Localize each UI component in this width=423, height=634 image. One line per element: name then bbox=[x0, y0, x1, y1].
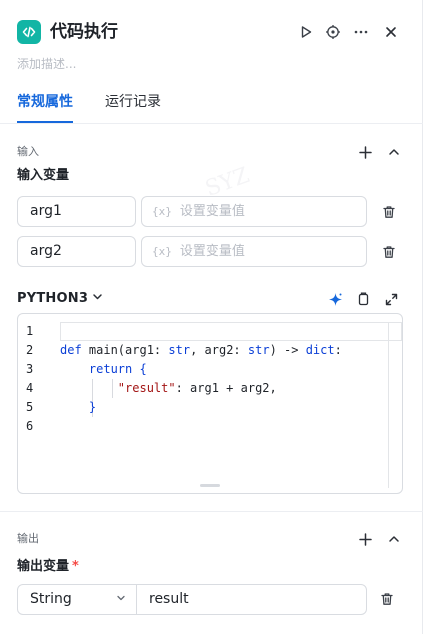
ai-sparkle-icon[interactable] bbox=[326, 290, 344, 308]
code-editor[interactable]: 1 2 3 4 5 6 def main(arg1: str, arg2: st… bbox=[17, 313, 403, 494]
active-tab-indicator bbox=[17, 121, 73, 123]
section-divider bbox=[0, 511, 423, 512]
expand-icon[interactable] bbox=[382, 290, 400, 308]
input-variables-title: 输入变量 bbox=[17, 168, 70, 183]
line-number: 6 bbox=[26, 419, 34, 433]
delete-icon[interactable] bbox=[380, 203, 398, 221]
variable-fx-icon: {x} bbox=[152, 245, 172, 258]
collapse-output-icon[interactable] bbox=[385, 530, 403, 548]
output-variables-title: 输出变量 * bbox=[17, 558, 79, 576]
tab-bar: 常规属性 运行记录 bbox=[0, 84, 423, 124]
code-line: def main(arg1: str, arg2: str) -> dict: bbox=[60, 343, 342, 357]
input-var-name-field[interactable]: arg2 bbox=[17, 236, 136, 267]
locate-icon[interactable] bbox=[323, 22, 343, 42]
chevron-down-icon bbox=[92, 290, 103, 308]
input-var-name-field[interactable]: arg1 bbox=[17, 196, 136, 227]
current-line-highlight bbox=[60, 322, 402, 341]
input-var-value-placeholder: 设置变量值 bbox=[179, 204, 245, 219]
input-var-value-field[interactable]: {x} 设置变量值 bbox=[141, 196, 367, 227]
output-var-name: result bbox=[149, 591, 189, 607]
panel-header: 代码执行 bbox=[0, 0, 423, 60]
more-icon[interactable] bbox=[351, 22, 371, 42]
input-var-name: arg2 bbox=[30, 243, 62, 259]
input-var-value-field[interactable]: {x} 设置变量值 bbox=[141, 236, 367, 267]
variable-fx-icon: {x} bbox=[152, 205, 172, 218]
line-number: 3 bbox=[26, 362, 34, 376]
output-var-name-field[interactable]: result bbox=[136, 584, 367, 615]
input-var-name: arg1 bbox=[30, 203, 62, 219]
delete-icon[interactable] bbox=[378, 590, 396, 608]
input-section-label: 输入 bbox=[17, 145, 39, 158]
collapse-input-icon[interactable] bbox=[385, 143, 403, 161]
code-line: } bbox=[88, 400, 97, 414]
description-input[interactable]: 添加描述... bbox=[17, 56, 76, 72]
line-number: 5 bbox=[26, 400, 34, 414]
output-title-text: 输出变量 bbox=[17, 559, 70, 574]
line-number: 4 bbox=[26, 381, 34, 395]
code-node-panel: 代码执行 添加描述... 常规属性 运行记录 SYZ 输入 输入变量 arg1 … bbox=[0, 0, 423, 634]
run-icon[interactable] bbox=[296, 22, 316, 42]
editor-resize-handle[interactable] bbox=[200, 484, 220, 487]
line-number: 1 bbox=[26, 324, 34, 338]
input-var-value-placeholder: 设置变量值 bbox=[179, 244, 245, 259]
output-section-label: 输出 bbox=[17, 532, 39, 545]
code-line: "result": arg1 + arg2, bbox=[117, 381, 277, 395]
node-title[interactable]: 代码执行 bbox=[50, 20, 118, 44]
chevron-down-icon bbox=[116, 585, 126, 614]
delete-icon[interactable] bbox=[380, 243, 398, 261]
output-type-select[interactable]: String bbox=[17, 584, 137, 615]
output-type-value: String bbox=[30, 591, 72, 607]
tab-run-history[interactable]: 运行记录 bbox=[105, 92, 161, 112]
language-label: PYTHON3 bbox=[17, 291, 89, 306]
editor-scrollbar[interactable] bbox=[388, 322, 389, 488]
language-selector[interactable]: PYTHON3 bbox=[17, 290, 103, 308]
add-output-icon[interactable] bbox=[356, 530, 374, 548]
line-number: 2 bbox=[26, 343, 34, 357]
copy-icon[interactable] bbox=[354, 290, 372, 308]
code-block-icon bbox=[17, 20, 41, 44]
code-line: return { bbox=[88, 362, 147, 376]
tab-general[interactable]: 常规属性 bbox=[17, 92, 73, 112]
required-mark: * bbox=[72, 559, 79, 574]
close-icon[interactable] bbox=[381, 22, 401, 42]
add-input-icon[interactable] bbox=[356, 143, 374, 161]
